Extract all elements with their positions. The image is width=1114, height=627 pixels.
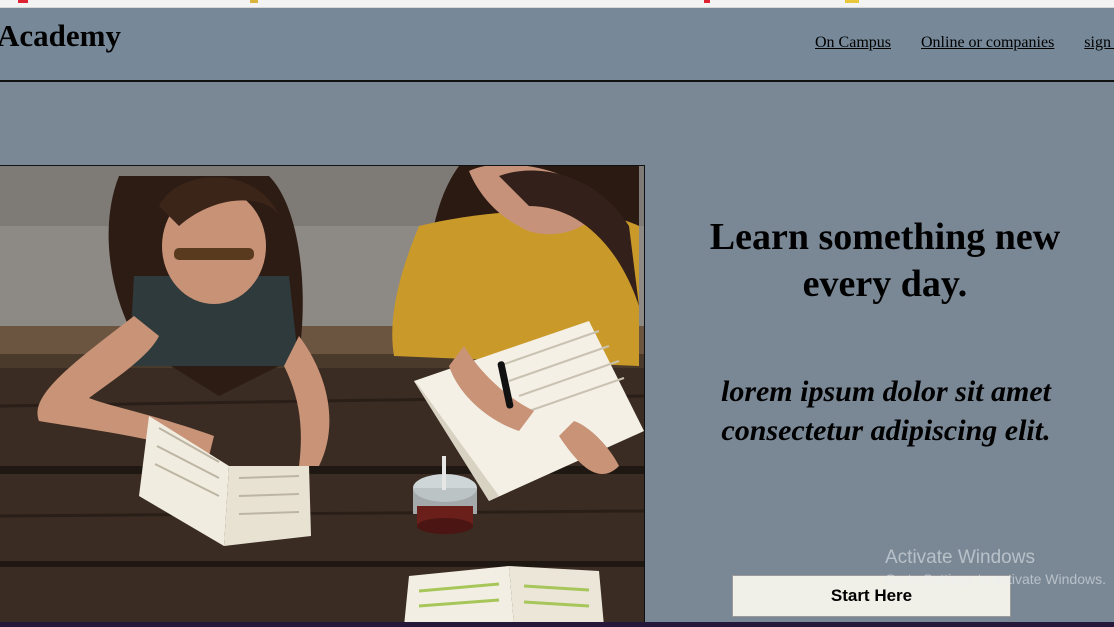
main-nav: On Campus Online or companies sign in: [815, 34, 1114, 52]
strip-marker: [18, 0, 28, 3]
strip-marker: [845, 0, 859, 3]
nav-link-on-campus[interactable]: On Campus: [815, 34, 891, 51]
hero-tagline: lorem ipsum dolor sit amet consectetur a…: [720, 375, 1052, 447]
strip-marker: [250, 0, 258, 3]
strip-marker: [704, 0, 710, 3]
brand-logo[interactable]: Academy: [0, 18, 121, 54]
site-navbar: Academy On Campus Online or companies si…: [0, 8, 1114, 82]
hero-headline: Learn something new every day.: [709, 216, 1061, 305]
start-here-button[interactable]: Start Here: [732, 575, 1011, 617]
nav-link-sign-in[interactable]: sign in: [1084, 34, 1114, 51]
browser-top-strip: [0, 0, 1114, 8]
hero-image: [0, 165, 645, 627]
taskbar-edge: [0, 622, 1114, 627]
activate-windows-title: Activate Windows: [885, 547, 1035, 568]
nav-link-online-companies[interactable]: Online or companies: [921, 34, 1054, 51]
students-studying-illustration: [0, 166, 644, 626]
